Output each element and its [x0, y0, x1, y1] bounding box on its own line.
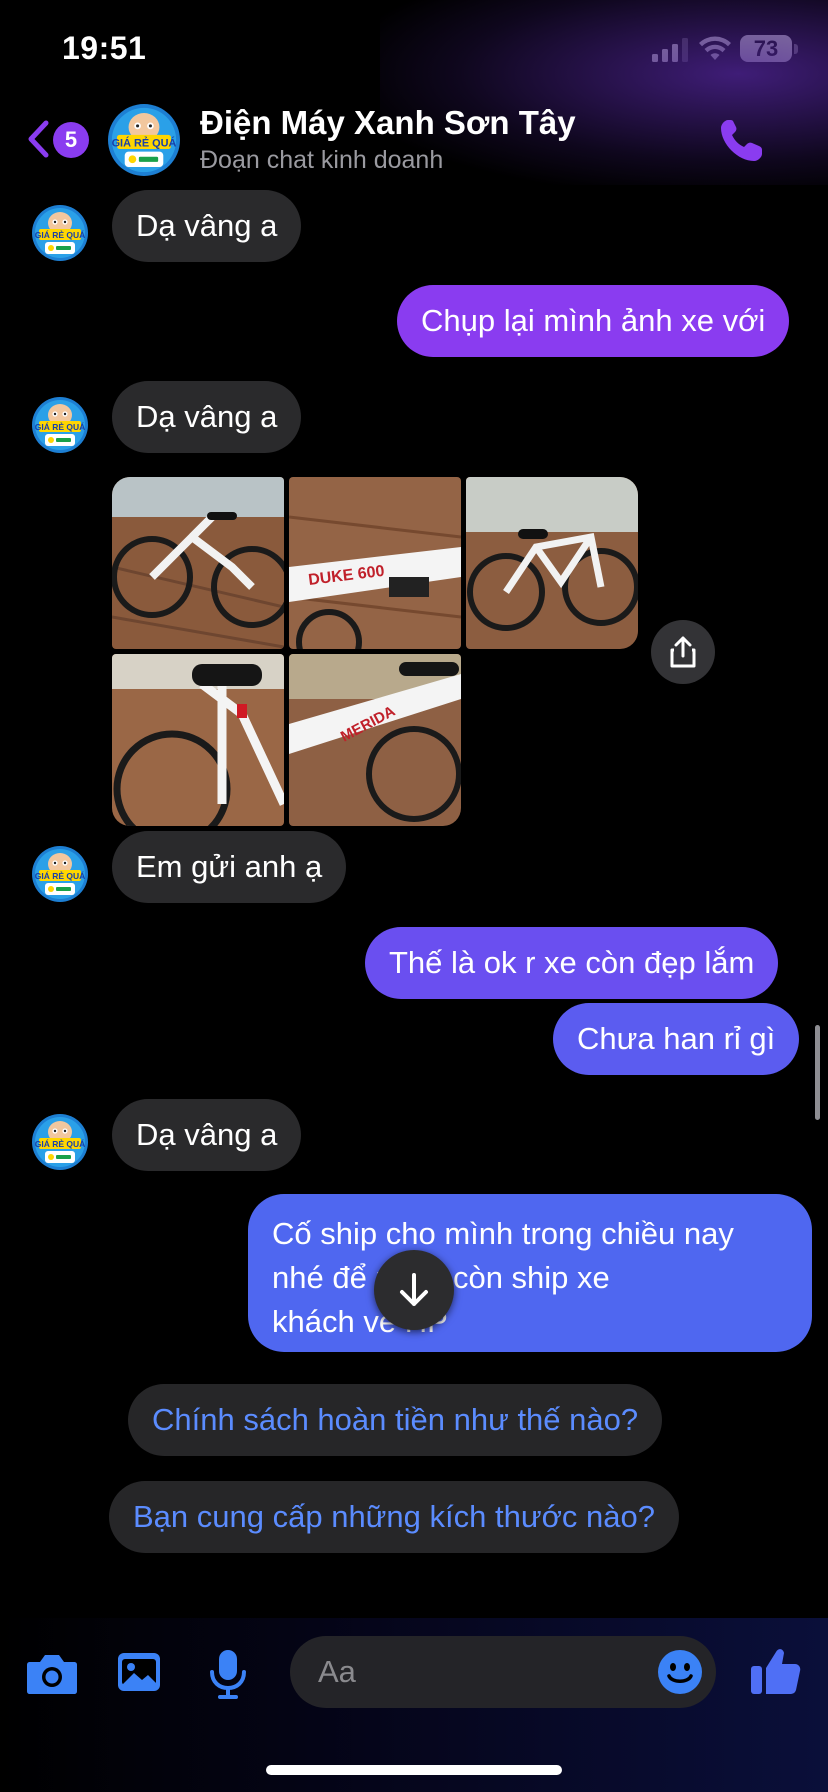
message-bubble-incoming[interactable]: Dạ vâng a [112, 190, 302, 262]
unread-count-badge: 5 [53, 122, 89, 158]
thumbs-up-icon[interactable] [748, 1642, 804, 1698]
sender-avatar[interactable] [32, 205, 88, 261]
message-bubble-incoming[interactable]: Dạ vâng a [112, 1099, 302, 1171]
message-bubble-outgoing[interactable]: Chụp lại mình ảnh xe với [397, 285, 790, 357]
photo-attachment[interactable] [112, 654, 284, 826]
phone-icon[interactable] [716, 116, 766, 166]
microphone-icon[interactable] [200, 1648, 256, 1700]
suggested-reply[interactable]: Bạn cung cấp những kích thước nào? [109, 1481, 680, 1553]
message-bubble-incoming[interactable]: Em gửi anh ạ [112, 831, 347, 903]
message-bubble-outgoing[interactable]: Chưa han rỉ gì [553, 1003, 800, 1075]
scrollbar[interactable] [815, 1025, 820, 1120]
back-button[interactable]: 5 [22, 112, 92, 166]
contact-avatar[interactable] [108, 104, 180, 176]
sender-avatar[interactable] [32, 397, 88, 453]
contact-subtitle: Đoạn chat kinh doanh [200, 146, 444, 174]
message-bubble-outgoing[interactable]: Thế là ok r xe còn đẹp lắm [365, 927, 779, 999]
chevron-left-icon [28, 120, 49, 158]
home-indicator [266, 1765, 562, 1775]
message-line: khách về HP [272, 1304, 448, 1339]
scroll-to-bottom-button[interactable] [374, 1250, 454, 1330]
camera-icon[interactable] [24, 1648, 80, 1700]
sender-avatar[interactable] [32, 1114, 88, 1170]
suggested-reply[interactable]: Chính sách hoàn tiền như thế nào? [128, 1384, 663, 1456]
share-button[interactable] [651, 620, 715, 684]
status-time: 19:51 [62, 30, 147, 66]
image-icon[interactable] [112, 1648, 168, 1700]
photo-attachment[interactable]: DUKE 600 [289, 477, 461, 649]
message-bubble-outgoing[interactable]: Cố ship cho mình trong chiều nay nhé để … [248, 1194, 812, 1352]
message-input[interactable] [290, 1636, 716, 1708]
message-line: nhé để mình còn ship xe [272, 1260, 610, 1295]
share-icon [670, 636, 696, 668]
photo-attachment[interactable] [466, 477, 638, 649]
photo-attachment[interactable] [112, 477, 284, 649]
message-line: Cố ship cho mình trong chiều nay [272, 1216, 734, 1251]
arrow-down-icon [400, 1273, 428, 1306]
contact-name[interactable]: Điện Máy Xanh Sơn Tây [200, 104, 576, 142]
photo-attachment[interactable]: MERIDA [289, 654, 461, 826]
sender-avatar[interactable] [32, 846, 88, 902]
message-bubble-incoming[interactable]: Dạ vâng a [112, 381, 302, 453]
smiley-icon[interactable] [656, 1648, 704, 1696]
